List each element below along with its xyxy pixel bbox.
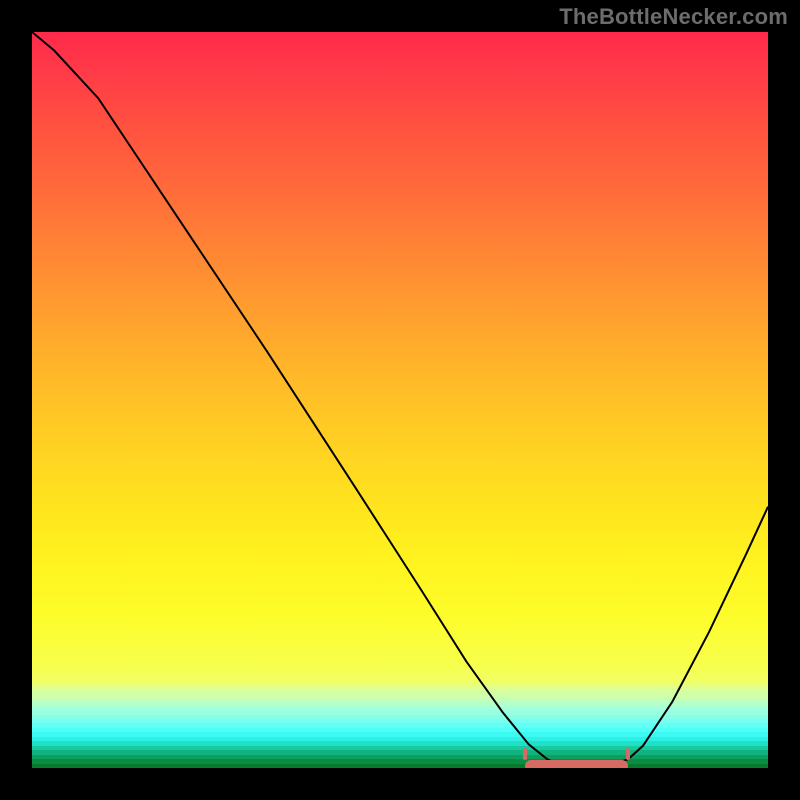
background-gradient: [32, 32, 768, 683]
chart-frame: TheBottleNecker.com: [0, 0, 800, 800]
plot-area: [32, 32, 768, 768]
gradient-band: [32, 764, 768, 768]
watermark-text: TheBottleNecker.com: [559, 4, 788, 30]
bottom-bands: [32, 683, 768, 768]
